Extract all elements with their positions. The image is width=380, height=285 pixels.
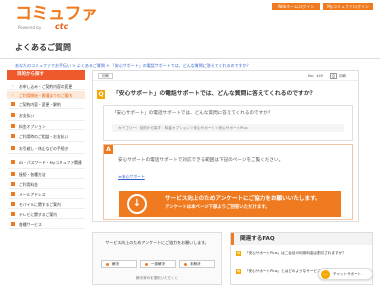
sidebar-item[interactable]: ID・パスワード・Myコミュファ関連 [7, 155, 85, 169]
square-bullet-icon [11, 159, 15, 164]
feedback-panel: サービス向上のためアンケートにご協力をお願いします。 解決 一部解決 未解決 解… [92, 232, 222, 285]
sidebar-item-label: 接続・各種方法 [19, 172, 46, 177]
print-icon[interactable]: ⎙ [330, 73, 337, 79]
feedback-unsolved-label: 未解決 [190, 262, 201, 266]
feedback-solved-label: 解決 [112, 262, 119, 266]
sidebar-item-label: お引越し・休止などの手続き [19, 146, 69, 151]
chat-support-label: チャットサポート [333, 272, 361, 276]
my-commufa-login-button[interactable]: Myコミュファログイン [323, 3, 373, 10]
question-title: 「安心サポート」の電話サポートでは、どんな質問に答えてくれるのですか？ [113, 91, 316, 97]
square-bullet-icon [11, 202, 15, 206]
sidebar-item-label: テレビに関するご案内 [19, 212, 57, 217]
sidebar-item[interactable]: お支払い [7, 110, 85, 121]
sidebar-item[interactable]: テレビに関するご案内 [7, 210, 85, 219]
square-bullet-icon [11, 134, 15, 138]
question-number: No：449 [308, 74, 323, 78]
sidebar-item-label: お申し込み・ご契約内容の変更 [19, 83, 73, 89]
square-bullet-icon [11, 172, 15, 176]
answer-box: A 安心サポートの電話サポートで対応できる範囲は下記のページをご覧ください。 ≫… [103, 144, 353, 220]
sidebar-item[interactable]: 料金オプション [7, 122, 85, 130]
feedback-partial-label: 一部解決 [151, 262, 165, 266]
site-header: コミュファ Powered by ctc Webホームログイン Myコミュファロ… [0, 0, 380, 34]
chat-icon: … [321, 270, 330, 279]
feedback-note: 解決済みを選択いただくと [136, 276, 178, 280]
question-body: 「安心サポート」の電話サポートでは、どんな質問に答えてくれるのですか？ [112, 111, 273, 116]
breadcrumb[interactable]: あなたのコミュファでお手伝い > よくあるご質問 > 「安心サポート」の電話サポ… [15, 63, 250, 69]
question-badge-icon: Q [236, 251, 241, 256]
chevron-right-icon: › [12, 82, 14, 88]
square-bullet-icon [11, 182, 15, 186]
arrow-down-circle-icon: ↓ [127, 194, 147, 214]
page-title: よくあるご質問 [15, 43, 71, 52]
answer-badge: A [104, 145, 113, 154]
feedback-unsolved-button[interactable]: 未解決 [179, 260, 215, 268]
ctc-logo: ctc [55, 22, 69, 31]
sidebar-item-label: ご利用開始・開通までのご案内 [19, 92, 73, 98]
question-body-box: 「安心サポート」の電話サポートでは、どんな質問に答えてくれるのですか？ カテゴリ… [103, 105, 353, 141]
radio-icon [106, 263, 109, 266]
square-bullet-icon [11, 102, 15, 106]
sidebar-item[interactable]: › お申し込み・ご契約内容の変更 [7, 82, 85, 90]
survey-banner-subtitle: アンケートは本ページ下部よりご回答いただけます。 [165, 205, 270, 210]
related-faq-heading: 関連するFAQ [231, 233, 372, 245]
logo-powered-by: Powered by [18, 25, 42, 30]
sidebar-item-label: お支払い [19, 113, 35, 118]
question-badge: Q [97, 90, 105, 99]
square-bullet-icon [11, 113, 15, 117]
related-faq-item[interactable]: Q 「安心サポートPlus」は二台目の利用料金は割引されますか？ [236, 251, 346, 256]
question-badge-icon: Q [236, 269, 241, 274]
sidebar-item-label: 各種サービス [19, 222, 42, 227]
sidebar-item-label: メールアドレス [19, 192, 46, 197]
web-home-login-button[interactable]: Webホームログイン [272, 3, 320, 10]
chevron-right-icon: › [12, 91, 14, 97]
sidebar-item-label: ご利用料金 [19, 182, 38, 187]
print-button[interactable]: 印刷 [98, 73, 113, 79]
sidebar-item[interactable]: ご契約内容・変更・解約 [7, 100, 85, 109]
sidebar-item[interactable]: メールアドレス [7, 190, 85, 199]
square-bullet-icon [11, 123, 15, 128]
sidebar-heading: 目的から探す [7, 70, 85, 80]
sidebar-item[interactable]: ご利用時のご相談・お支払い [7, 131, 85, 142]
square-bullet-icon [11, 146, 15, 150]
radio-icon [145, 263, 148, 266]
sidebar-item[interactable]: お引越し・休止などの手続き [7, 143, 85, 154]
divider [0, 58, 380, 59]
sidebar-item[interactable]: › ご利用開始・開通までのご案内 [7, 91, 85, 99]
sidebar-item[interactable]: 各種サービス [7, 220, 85, 229]
sidebar-item-label: ご利用時のご相談・お支払い [19, 134, 69, 139]
sidebar: 目的から探す › お申し込み・ご契約内容の変更 › ご利用開始・開通までのご案内 ご契約… [7, 70, 85, 285]
sidebar-item[interactable]: ご利用料金 [7, 180, 85, 189]
sidebar-item-label: モバイルに関するご案内 [19, 202, 61, 207]
sidebar-item-label: ご契約内容・変更・解約 [19, 102, 61, 107]
feedback-title: サービス向上のためアンケートにご協力をお願いします。 [105, 240, 209, 245]
radio-icon [184, 263, 187, 266]
survey-banner-title: サービス向上のためアンケートにご協力をお願いいたします。 [165, 196, 321, 202]
question-categories[interactable]: カテゴリー：目的から探す：料金オプション＞安心サポート＞安心サポートPlus [112, 124, 344, 132]
meta-bar: 印刷 No：449 ⎙ 印刷 [93, 71, 358, 81]
sidebar-item[interactable]: 接続・各種方法 [7, 170, 85, 179]
square-bullet-icon [11, 212, 15, 216]
chat-support-widget[interactable]: … チャットサポート [318, 268, 373, 280]
feedback-solved-button[interactable]: 解決 [101, 260, 137, 268]
sidebar-item[interactable]: モバイルに関するご案内 [7, 200, 85, 209]
faq-main-panel: 印刷 No：449 ⎙ 印刷 Q 「安心サポート」の電話サポートでは、どんな質問… [92, 70, 359, 222]
survey-banner[interactable]: ↓ サービス向上のためアンケートにご協力をお願いいたします。 アンケートは本ペー… [119, 191, 341, 217]
square-bullet-icon [11, 192, 15, 196]
sidebar-item-label: ID・パスワード・Myコミュファ関連 [19, 159, 82, 165]
feedback-partial-button[interactable]: 一部解決 [140, 260, 176, 268]
square-bullet-icon [11, 222, 15, 226]
anshin-support-link[interactable]: ≫安心サポート [118, 174, 145, 179]
print-link[interactable]: 印刷 [339, 73, 346, 79]
related-faq-text: 「安心サポートPlus」は二台目の利用料金は割引されますか？ [245, 251, 346, 255]
sidebar-item-label: 料金オプション [19, 123, 46, 129]
answer-text: 安心サポートの電話サポートで対応できる範囲は下記のページをご覧ください。 [118, 158, 284, 163]
